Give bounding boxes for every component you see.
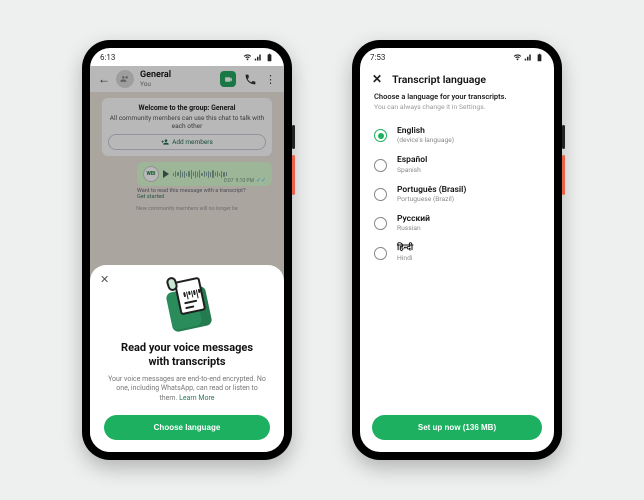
status-time: 6:13	[100, 53, 115, 62]
page-title: Transcript language	[392, 73, 486, 86]
wifi-icon	[243, 53, 252, 62]
subtitle-line2: You can always change it in Settings.	[374, 103, 540, 111]
sheet-illustration	[147, 277, 227, 335]
signal-icon	[254, 53, 263, 62]
learn-more-link[interactable]: Learn More	[179, 394, 214, 402]
language-subtitle: Portuguese (Brazil)	[397, 195, 466, 203]
close-icon[interactable]: ✕	[372, 72, 382, 86]
choose-language-button[interactable]: Choose language	[104, 415, 270, 440]
status-bar: 6:13	[90, 48, 284, 66]
phone-mock-left: 6:13 ← General You ⋮	[82, 40, 292, 460]
language-name: English	[397, 127, 454, 136]
power-button	[562, 155, 565, 195]
set-up-now-button[interactable]: Set up now (136 MB)	[372, 415, 542, 440]
phone-mock-right: 7:53 ✕ Transcript language Choose a lang…	[352, 40, 562, 460]
language-name: Español	[397, 156, 427, 165]
language-name: हिन्दी	[397, 244, 413, 253]
language-option[interactable]: English(device's language)	[374, 121, 540, 150]
screen-right: 7:53 ✕ Transcript language Choose a lang…	[360, 48, 554, 452]
radio-button[interactable]	[374, 159, 387, 172]
transcripts-bottom-sheet: ✕ Read your voice messages with transcri…	[90, 265, 284, 452]
screen-left: 6:13 ← General You ⋮	[90, 48, 284, 452]
close-icon[interactable]: ✕	[100, 273, 109, 286]
battery-icon	[535, 53, 544, 62]
power-button	[292, 155, 295, 195]
language-list: English(device's language)EspañolSpanish…	[360, 111, 554, 268]
language-option[interactable]: हिन्दीHindi	[374, 238, 540, 267]
sheet-title: Read your voice messages with transcript…	[104, 341, 270, 369]
language-option[interactable]: EspañolSpanish	[374, 150, 540, 179]
language-subtitle: Spanish	[397, 166, 427, 174]
volume-button	[292, 125, 295, 149]
language-subtitle: (device's language)	[397, 136, 454, 144]
wifi-icon	[513, 53, 522, 62]
language-option[interactable]: Português (Brasil)Portuguese (Brazil)	[374, 180, 540, 209]
language-name: Português (Brasil)	[397, 186, 466, 195]
radio-button[interactable]	[374, 188, 387, 201]
subtitle-line1: Choose a language for your transcripts.	[374, 92, 540, 101]
volume-button	[562, 125, 565, 149]
radio-button[interactable]	[374, 129, 387, 142]
language-name: Русский	[397, 215, 430, 224]
language-subtitle: Hindi	[397, 254, 413, 262]
page-subtitle: Choose a language for your transcripts. …	[360, 88, 554, 111]
status-time: 7:53	[370, 53, 385, 62]
language-subtitle: Russian	[397, 224, 430, 232]
chat-area: ← General You ⋮ Welcome to the group: Ge…	[90, 66, 284, 452]
signal-icon	[524, 53, 533, 62]
status-bar: 7:53	[360, 48, 554, 66]
page-header: ✕ Transcript language	[360, 66, 554, 88]
language-option[interactable]: РусскийRussian	[374, 209, 540, 238]
battery-icon	[265, 53, 274, 62]
radio-button[interactable]	[374, 217, 387, 230]
radio-button[interactable]	[374, 247, 387, 260]
sheet-body: Your voice messages are end-to-end encry…	[108, 375, 266, 403]
